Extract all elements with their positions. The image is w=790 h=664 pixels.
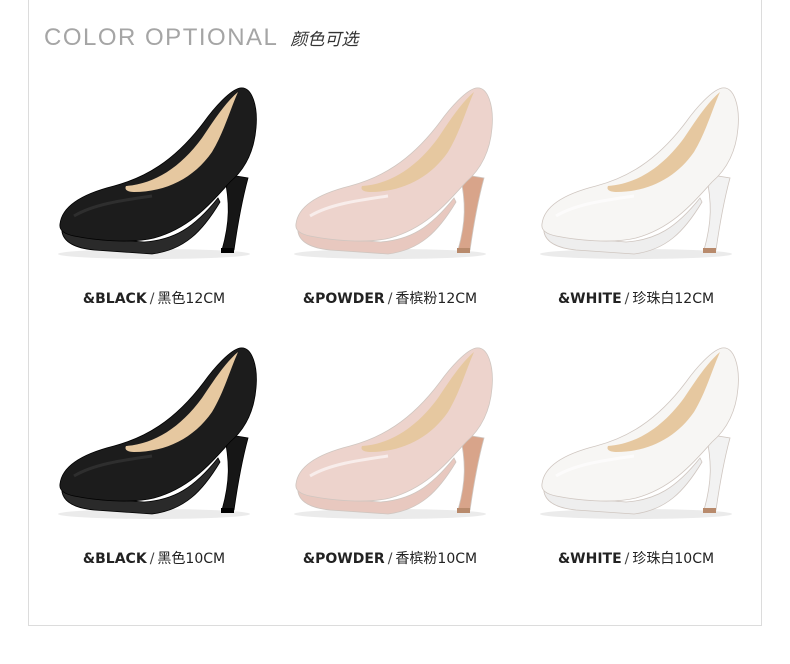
color-code: &BLACK bbox=[82, 551, 147, 567]
caption-separator: / bbox=[387, 291, 393, 307]
product-caption: &WHITE / 珍珠白10CM bbox=[516, 548, 756, 568]
shoe-heel-tip bbox=[457, 508, 470, 513]
color-desc: 香槟粉12CM bbox=[395, 291, 478, 307]
color-code: &WHITE bbox=[557, 551, 622, 567]
product-card-powder-10cm[interactable]: &POWDER / 香槟粉10CM bbox=[270, 342, 510, 582]
shoe-heel-tip bbox=[703, 248, 716, 253]
color-desc: 珍珠白10CM bbox=[632, 551, 715, 567]
caption-separator: / bbox=[624, 551, 630, 567]
product-card-powder-12cm[interactable]: &POWDER / 香槟粉12CM bbox=[270, 82, 510, 322]
product-card-white-12cm[interactable]: &WHITE / 珍珠白12CM bbox=[516, 82, 756, 322]
shoe-heel-tip bbox=[457, 248, 470, 253]
shoe-image bbox=[58, 347, 257, 519]
product-caption: &POWDER / 香槟粉12CM bbox=[270, 288, 510, 308]
color-code: &POWDER bbox=[302, 291, 385, 307]
caption-separator: / bbox=[624, 291, 630, 307]
caption-separator: / bbox=[387, 551, 393, 567]
product-card-white-10cm[interactable]: &WHITE / 珍珠白10CM bbox=[516, 342, 756, 582]
caption-separator: / bbox=[149, 291, 155, 307]
product-caption: &WHITE / 珍珠白12CM bbox=[516, 288, 756, 308]
color-code: &WHITE bbox=[557, 291, 622, 307]
product-caption: &BLACK / 黑色10CM bbox=[34, 548, 274, 568]
product-card-black-12cm[interactable]: &BLACK / 黑色12CM bbox=[34, 82, 274, 322]
header-title-en: COLOR OPTIONAL bbox=[44, 24, 279, 51]
shoe-heel-tip bbox=[221, 508, 234, 513]
shoe-image bbox=[294, 347, 493, 519]
shoe-heel-tip bbox=[703, 508, 716, 513]
shoe-image bbox=[540, 87, 739, 259]
shoe-heel-tip bbox=[221, 248, 234, 253]
shoe-image bbox=[294, 87, 493, 259]
shoe-image bbox=[58, 87, 257, 259]
section-header: COLOR OPTIONAL 颜色可选 bbox=[44, 24, 358, 56]
product-caption: &BLACK / 黑色12CM bbox=[34, 288, 274, 308]
color-code: &POWDER bbox=[302, 551, 385, 567]
color-desc: 黑色10CM bbox=[157, 551, 226, 567]
header-title-cn: 颜色可选 bbox=[290, 30, 359, 50]
color-desc: 黑色12CM bbox=[157, 291, 226, 307]
shoe-image bbox=[540, 347, 739, 519]
product-caption: &POWDER / 香槟粉10CM bbox=[270, 548, 510, 568]
caption-separator: / bbox=[149, 551, 155, 567]
color-code: &BLACK bbox=[82, 291, 147, 307]
color-desc: 香槟粉10CM bbox=[395, 551, 478, 567]
product-card-black-10cm[interactable]: &BLACK / 黑色10CM bbox=[34, 342, 274, 582]
color-desc: 珍珠白12CM bbox=[632, 291, 715, 307]
